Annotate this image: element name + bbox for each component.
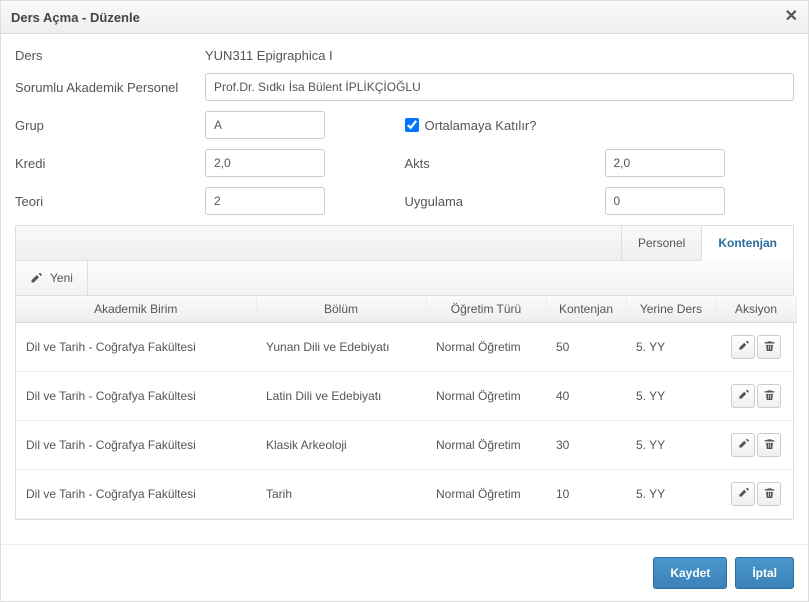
cell-yerine-ders: 5. YY bbox=[626, 372, 716, 421]
dialog: Ders Açma - Düzenle ✕ Ders YUN311 Epigra… bbox=[0, 0, 809, 602]
kontenjan-table: Akademik Birim Bölüm Öğretim Türü Konten… bbox=[16, 296, 797, 519]
tab-bar: Personel Kontenjan bbox=[16, 226, 793, 261]
value-ders: YUN311 Epigraphica I bbox=[205, 48, 333, 63]
cell-ogretim-turu: Normal Öğretim bbox=[426, 372, 546, 421]
input-kredi[interactable] bbox=[205, 149, 325, 177]
pencil-icon bbox=[738, 438, 749, 452]
toolbar: Yeni bbox=[16, 261, 793, 296]
input-akts[interactable] bbox=[605, 149, 725, 177]
cell-yerine-ders: 5. YY bbox=[626, 470, 716, 519]
cell-aksiyon bbox=[716, 372, 796, 421]
row-grup-ortalama: Grup Ortalamaya Katılır? bbox=[15, 111, 794, 139]
row-ders: Ders YUN311 Epigraphica I bbox=[15, 48, 794, 63]
cell-bolum: Yunan Dili ve Edebiyatı bbox=[256, 323, 426, 372]
cell-bolum: Klasik Arkeoloji bbox=[256, 421, 426, 470]
trash-icon bbox=[764, 487, 775, 501]
table-row: Dil ve Tarih - Coğrafya FakültesiKlasik … bbox=[16, 421, 796, 470]
new-button-label: Yeni bbox=[50, 271, 73, 285]
label-sorumlu: Sorumlu Akademik Personel bbox=[15, 80, 205, 95]
edit-icon bbox=[30, 272, 42, 284]
pencil-icon bbox=[738, 487, 749, 501]
delete-row-button[interactable] bbox=[757, 482, 781, 506]
label-ders: Ders bbox=[15, 48, 205, 63]
cell-ogretim-turu: Normal Öğretim bbox=[426, 323, 546, 372]
dialog-body: Ders YUN311 Epigraphica I Sorumlu Akadem… bbox=[1, 34, 808, 544]
th-bolum: Bölüm bbox=[256, 296, 426, 323]
cell-aksiyon bbox=[716, 421, 796, 470]
table-row: Dil ve Tarih - Coğrafya FakültesiLatin D… bbox=[16, 372, 796, 421]
cell-akademik-birim: Dil ve Tarih - Coğrafya Fakültesi bbox=[16, 470, 256, 519]
dialog-header: Ders Açma - Düzenle ✕ bbox=[1, 1, 808, 34]
table-header-row: Akademik Birim Bölüm Öğretim Türü Konten… bbox=[16, 296, 796, 323]
trash-icon bbox=[764, 340, 775, 354]
cell-aksiyon bbox=[716, 470, 796, 519]
panel-kontenjan: Personel Kontenjan Yeni Akademik Birim B… bbox=[15, 225, 794, 520]
cell-ogretim-turu: Normal Öğretim bbox=[426, 470, 546, 519]
save-button[interactable]: Kaydet bbox=[653, 557, 727, 589]
label-grup: Grup bbox=[15, 118, 205, 133]
th-aksiyon: Aksiyon bbox=[716, 296, 796, 323]
row-kredi-akts: Kredi Akts bbox=[15, 149, 794, 177]
edit-row-button[interactable] bbox=[731, 482, 755, 506]
new-button[interactable]: Yeni bbox=[16, 261, 88, 295]
trash-icon bbox=[764, 389, 775, 403]
dialog-footer: Kaydet İptal bbox=[1, 544, 808, 601]
edit-row-button[interactable] bbox=[731, 335, 755, 359]
cell-kontenjan: 30 bbox=[546, 421, 626, 470]
trash-icon bbox=[764, 438, 775, 452]
cell-akademik-birim: Dil ve Tarih - Coğrafya Fakültesi bbox=[16, 372, 256, 421]
pencil-icon bbox=[738, 340, 749, 354]
cell-kontenjan: 10 bbox=[546, 470, 626, 519]
cell-kontenjan: 40 bbox=[546, 372, 626, 421]
input-grup[interactable] bbox=[205, 111, 325, 139]
input-uygulama[interactable] bbox=[605, 187, 725, 215]
th-ogretim-turu: Öğretim Türü bbox=[426, 296, 546, 323]
table-row: Dil ve Tarih - Coğrafya FakültesiYunan D… bbox=[16, 323, 796, 372]
cell-akademik-birim: Dil ve Tarih - Coğrafya Fakültesi bbox=[16, 421, 256, 470]
th-kontenjan: Kontenjan bbox=[546, 296, 626, 323]
label-uygulama: Uygulama bbox=[405, 194, 605, 209]
checkbox-ortalama[interactable] bbox=[405, 118, 419, 132]
label-kredi: Kredi bbox=[15, 156, 205, 171]
cell-kontenjan: 50 bbox=[546, 323, 626, 372]
edit-row-button[interactable] bbox=[731, 384, 755, 408]
input-teori[interactable] bbox=[205, 187, 325, 215]
cell-bolum: Tarih bbox=[256, 470, 426, 519]
cancel-button[interactable]: İptal bbox=[735, 557, 794, 589]
delete-row-button[interactable] bbox=[757, 433, 781, 457]
label-teori: Teori bbox=[15, 194, 205, 209]
label-akts: Akts bbox=[405, 156, 605, 171]
row-sorumlu: Sorumlu Akademik Personel bbox=[15, 73, 794, 101]
checkbox-ortalama-wrap[interactable]: Ortalamaya Katılır? bbox=[405, 118, 537, 133]
cell-aksiyon bbox=[716, 323, 796, 372]
th-akademik-birim: Akademik Birim bbox=[16, 296, 256, 323]
pencil-icon bbox=[738, 389, 749, 403]
edit-row-button[interactable] bbox=[731, 433, 755, 457]
cell-yerine-ders: 5. YY bbox=[626, 421, 716, 470]
cell-bolum: Latin Dili ve Edebiyatı bbox=[256, 372, 426, 421]
cell-akademik-birim: Dil ve Tarih - Coğrafya Fakültesi bbox=[16, 323, 256, 372]
input-sorumlu[interactable] bbox=[205, 73, 794, 101]
label-ortalama: Ortalamaya Katılır? bbox=[425, 118, 537, 133]
tab-kontenjan[interactable]: Kontenjan bbox=[701, 226, 793, 261]
th-yerine-ders: Yerine Ders bbox=[626, 296, 716, 323]
delete-row-button[interactable] bbox=[757, 335, 781, 359]
dialog-title: Ders Açma - Düzenle bbox=[11, 10, 140, 25]
cell-yerine-ders: 5. YY bbox=[626, 323, 716, 372]
row-teori-uygulama: Teori Uygulama bbox=[15, 187, 794, 215]
tab-personel[interactable]: Personel bbox=[621, 226, 701, 260]
close-icon[interactable]: ✕ bbox=[785, 9, 798, 25]
table-row: Dil ve Tarih - Coğrafya FakültesiTarihNo… bbox=[16, 470, 796, 519]
delete-row-button[interactable] bbox=[757, 384, 781, 408]
cell-ogretim-turu: Normal Öğretim bbox=[426, 421, 546, 470]
